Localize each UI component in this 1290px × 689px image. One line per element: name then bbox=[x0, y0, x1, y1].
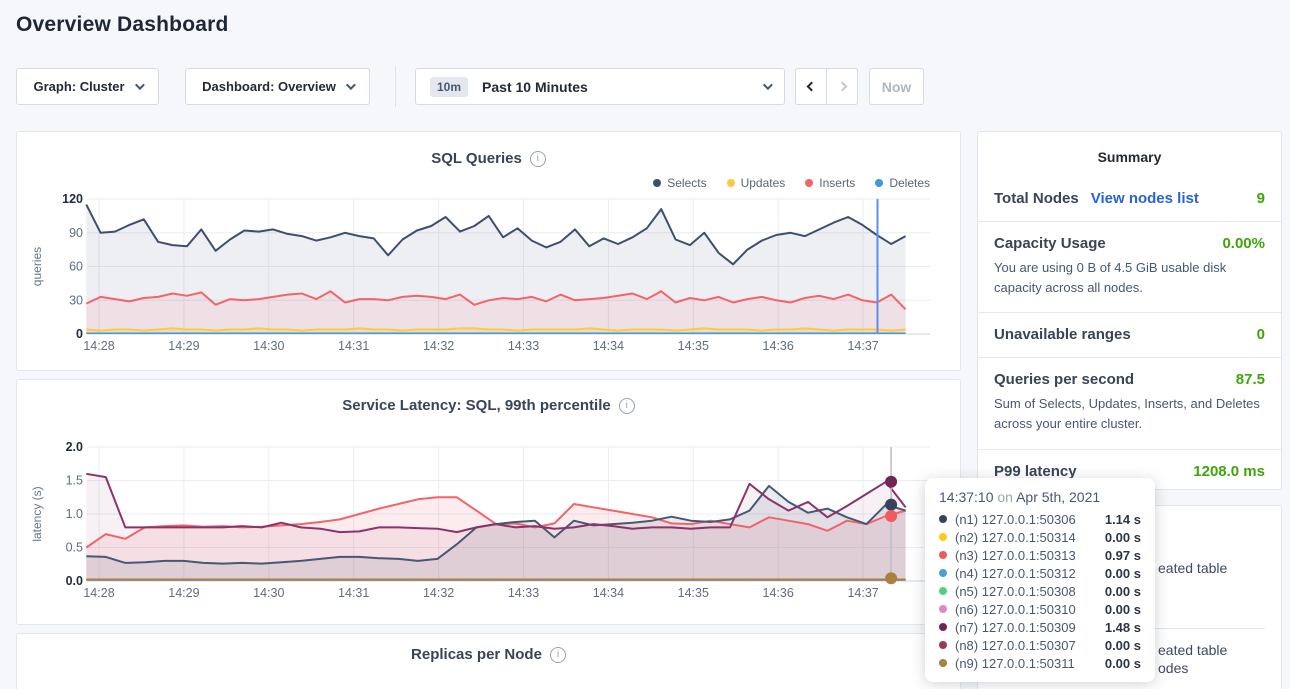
summary-row-queries-per-second: Queries per second 87.5 Sum of Selects, … bbox=[978, 358, 1281, 449]
time-prev-button[interactable] bbox=[795, 68, 827, 105]
tooltip-row-n8: (n8) 127.0.0.1:50307 0.00 s bbox=[939, 636, 1141, 654]
svg-text:0: 0 bbox=[76, 327, 83, 341]
svg-text:14:32: 14:32 bbox=[423, 339, 454, 353]
queries-per-second-value: 87.5 bbox=[1236, 371, 1265, 388]
summary-panel: Summary Total Nodes View nodes list 9 Ca… bbox=[977, 131, 1282, 490]
svg-text:14:28: 14:28 bbox=[83, 586, 114, 600]
svg-text:14:30: 14:30 bbox=[253, 586, 284, 600]
svg-text:1.0: 1.0 bbox=[66, 507, 83, 521]
svg-text:14:37: 14:37 bbox=[847, 339, 878, 353]
tooltip-row-n1: (n1) 127.0.0.1:50306 1.14 s bbox=[939, 510, 1141, 528]
svg-text:14:33: 14:33 bbox=[508, 586, 539, 600]
graph-dropdown[interactable]: Graph: Cluster bbox=[16, 68, 159, 105]
service-latency-chart-card: Service Latency: SQL, 99th percentile 0.… bbox=[16, 379, 961, 625]
chevron-down-icon bbox=[763, 80, 773, 90]
capacity-usage-value: 0.00% bbox=[1222, 235, 1265, 252]
chevron-left-icon bbox=[806, 82, 816, 92]
tooltip-row-n9: (n9) 127.0.0.1:50311 0.00 s bbox=[939, 654, 1141, 672]
queries-per-second-label: Queries per second bbox=[994, 371, 1134, 388]
total-nodes-label: Total Nodes bbox=[994, 190, 1079, 207]
unavailable-ranges-value: 0 bbox=[1257, 326, 1265, 343]
chevron-down-icon bbox=[134, 80, 144, 90]
node-dot-icon bbox=[939, 569, 947, 577]
svg-text:14:31: 14:31 bbox=[338, 339, 369, 353]
summary-row-unavailable-ranges: Unavailable ranges 0 bbox=[978, 313, 1281, 358]
dashboard-dropdown[interactable]: Dashboard: Overview bbox=[185, 68, 370, 105]
svg-text:14:34: 14:34 bbox=[593, 586, 624, 600]
node-dot-icon bbox=[939, 659, 947, 667]
svg-text:14:28: 14:28 bbox=[83, 339, 114, 353]
node-dot-icon bbox=[939, 587, 947, 595]
svg-text:latency (s): latency (s) bbox=[30, 486, 44, 541]
event-item: eated table bbox=[1158, 642, 1227, 658]
svg-text:90: 90 bbox=[69, 226, 83, 240]
svg-text:14:35: 14:35 bbox=[678, 586, 709, 600]
p99-latency-label: P99 latency bbox=[994, 463, 1077, 480]
replicas-chart-title: Replicas per Node bbox=[411, 646, 542, 663]
tooltip-timestamp: 14:37:10 on Apr 5th, 2021 bbox=[939, 489, 1141, 505]
svg-text:14:36: 14:36 bbox=[763, 339, 794, 353]
node-dot-icon bbox=[939, 533, 947, 541]
time-next-button[interactable] bbox=[826, 68, 858, 105]
svg-text:30: 30 bbox=[69, 293, 83, 307]
time-range-selector[interactable]: 10m Past 10 Minutes bbox=[415, 68, 785, 105]
svg-text:14:37: 14:37 bbox=[847, 586, 878, 600]
node-dot-icon bbox=[939, 605, 947, 613]
svg-text:14:29: 14:29 bbox=[168, 339, 199, 353]
overview-dashboard-page: Overview Dashboard Graph: Cluster Dashbo… bbox=[0, 0, 1290, 689]
svg-text:14:33: 14:33 bbox=[508, 339, 539, 353]
now-button[interactable]: Now bbox=[869, 68, 924, 105]
time-range-badge: 10m bbox=[430, 77, 468, 97]
sql-queries-chart-card: SQL Queries Selects Updates Inserts Dele… bbox=[16, 131, 961, 371]
tooltip-row-n6: (n6) 127.0.0.1:50310 0.00 s bbox=[939, 600, 1141, 618]
service-latency-plot[interactable]: 0.0 0.5 1.0 1.5 2.0 14:28 14:29 14:30 14:31 14:32… bbox=[17, 380, 960, 624]
svg-text:1.5: 1.5 bbox=[66, 474, 83, 488]
dashboard-dropdown-label: Dashboard: Overview bbox=[202, 79, 336, 94]
total-nodes-value: 9 bbox=[1257, 190, 1265, 207]
svg-text:2.0: 2.0 bbox=[66, 440, 83, 454]
svg-text:14:35: 14:35 bbox=[678, 339, 709, 353]
node-dot-icon bbox=[939, 515, 947, 523]
sql-queries-plot[interactable]: 0 30 60 90 120 14:28 14:29 14:30 14:31 14:32 14:33… bbox=[17, 132, 960, 370]
summary-header: Summary bbox=[978, 132, 1281, 165]
p99-latency-value: 1208.0 ms bbox=[1193, 463, 1265, 480]
time-range-label: Past 10 Minutes bbox=[482, 79, 588, 95]
capacity-usage-subtext: You are using 0 B of 4.5 GiB usable disk… bbox=[994, 258, 1265, 298]
event-item: odes bbox=[1158, 660, 1188, 676]
summary-row-total-nodes: Total Nodes View nodes list 9 bbox=[978, 177, 1281, 222]
queries-per-second-subtext: Sum of Selects, Updates, Inserts, and De… bbox=[994, 394, 1265, 434]
event-item: eated table bbox=[1158, 560, 1227, 576]
svg-text:120: 120 bbox=[62, 192, 83, 206]
svg-text:60: 60 bbox=[69, 260, 83, 274]
svg-text:queries: queries bbox=[30, 247, 44, 286]
tooltip-row-n7: (n7) 127.0.0.1:50309 1.48 s bbox=[939, 618, 1141, 636]
replicas-chart-card: Replicas per Node bbox=[16, 633, 961, 689]
svg-text:14:31: 14:31 bbox=[338, 586, 369, 600]
chevron-right-icon bbox=[837, 82, 847, 92]
tooltip-row-n5: (n5) 127.0.0.1:50308 0.00 s bbox=[939, 582, 1141, 600]
svg-text:14:29: 14:29 bbox=[168, 586, 199, 600]
tooltip-row-n3: (n3) 127.0.0.1:50313 0.97 s bbox=[939, 546, 1141, 564]
chevron-down-icon bbox=[346, 80, 356, 90]
node-dot-icon bbox=[939, 551, 947, 559]
node-dot-icon bbox=[939, 623, 947, 631]
svg-text:0.0: 0.0 bbox=[66, 574, 83, 588]
svg-text:14:30: 14:30 bbox=[253, 339, 284, 353]
info-icon[interactable] bbox=[550, 647, 566, 663]
view-nodes-list-link[interactable]: View nodes list bbox=[1091, 190, 1199, 207]
svg-text:14:34: 14:34 bbox=[593, 339, 624, 353]
unavailable-ranges-label: Unavailable ranges bbox=[994, 326, 1131, 343]
tooltip-row-n2: (n2) 127.0.0.1:50314 0.00 s bbox=[939, 528, 1141, 546]
graph-dropdown-label: Graph: Cluster bbox=[33, 79, 124, 94]
svg-text:14:32: 14:32 bbox=[423, 586, 454, 600]
svg-text:0.5: 0.5 bbox=[66, 541, 83, 555]
page-title: Overview Dashboard bbox=[16, 13, 229, 37]
summary-row-capacity-usage: Capacity Usage 0.00% You are using 0 B o… bbox=[978, 222, 1281, 313]
tooltip-row-n4: (n4) 127.0.0.1:50312 0.00 s bbox=[939, 564, 1141, 582]
chart-hover-tooltip: 14:37:10 on Apr 5th, 2021 (n1) 127.0.0.1… bbox=[925, 478, 1155, 682]
node-dot-icon bbox=[939, 641, 947, 649]
capacity-usage-label: Capacity Usage bbox=[994, 235, 1106, 252]
svg-text:14:36: 14:36 bbox=[763, 586, 794, 600]
toolbar-divider bbox=[395, 66, 396, 107]
